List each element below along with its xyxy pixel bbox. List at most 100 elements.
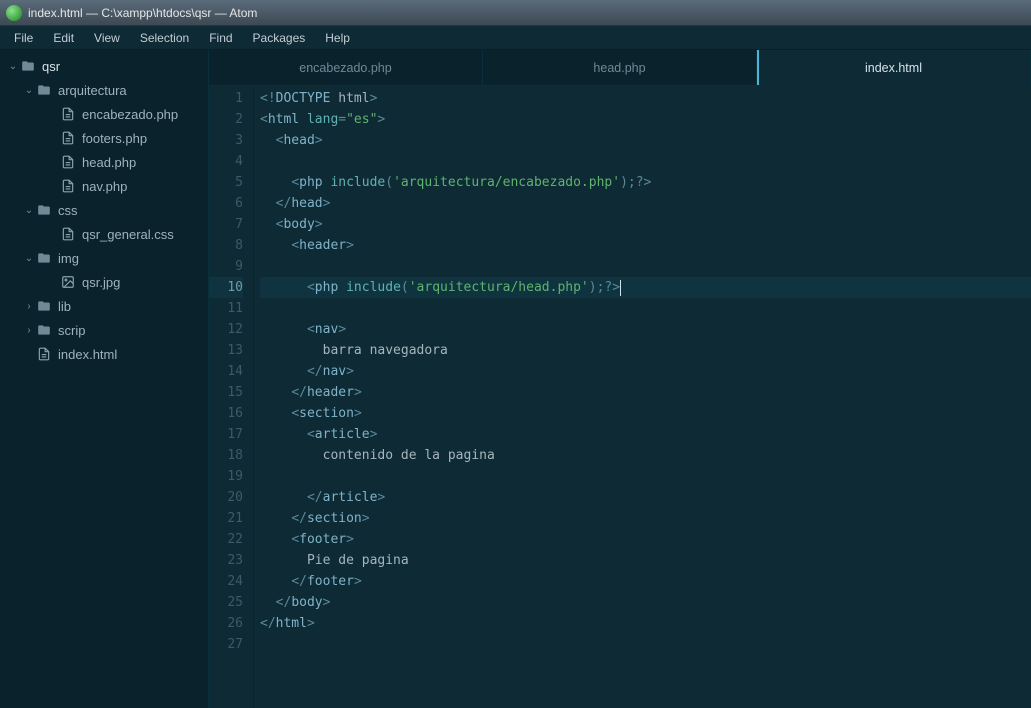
caret-icon[interactable]: ⌄	[6, 61, 20, 72]
tree-folder-lib[interactable]: ›lib	[0, 294, 208, 318]
tree-file-qsr_general.css[interactable]: qsr_general.css	[0, 222, 208, 246]
tree-folder-arquitectura[interactable]: ⌄arquitectura	[0, 78, 208, 102]
tree-file-footers.php[interactable]: footers.php	[0, 126, 208, 150]
line-number[interactable]: 16	[209, 403, 243, 424]
code-line[interactable]: <!DOCTYPE html>	[260, 88, 1031, 109]
tree-file-index.html-icon	[36, 346, 52, 362]
tree-folder-arquitectura-icon	[36, 82, 52, 98]
caret-icon[interactable]: ›	[22, 301, 36, 312]
line-number[interactable]: 13	[209, 340, 243, 361]
tree-file-head.php[interactable]: head.php	[0, 150, 208, 174]
line-number[interactable]: 25	[209, 592, 243, 613]
code-line[interactable]: </section>	[260, 508, 1031, 529]
tree-file-nav.php[interactable]: nav.php	[0, 174, 208, 198]
code-line[interactable]: <footer>	[260, 529, 1031, 550]
line-number[interactable]: 26	[209, 613, 243, 634]
line-number[interactable]: 7	[209, 214, 243, 235]
code-line[interactable]: <body>	[260, 214, 1031, 235]
menu-selection[interactable]: Selection	[130, 28, 199, 48]
code-line[interactable]	[260, 151, 1031, 172]
line-number[interactable]: 17	[209, 424, 243, 445]
code-line[interactable]	[260, 634, 1031, 655]
code-line[interactable]	[260, 298, 1031, 319]
line-number[interactable]: 27	[209, 634, 243, 655]
text-editor[interactable]: 1234567891011121314151617181920212223242…	[209, 86, 1031, 708]
code-area[interactable]: <!DOCTYPE html><html lang="es"> <head> <…	[254, 86, 1031, 708]
code-line[interactable]: </footer>	[260, 571, 1031, 592]
tree-file-index.html[interactable]: index.html	[0, 342, 208, 366]
caret-icon[interactable]: ⌄	[22, 205, 36, 216]
line-number[interactable]: 10	[209, 277, 243, 298]
line-number[interactable]: 1	[209, 88, 243, 109]
line-number[interactable]: 20	[209, 487, 243, 508]
tree-root[interactable]: ⌄ qsr	[0, 54, 208, 78]
code-line[interactable]: <header>	[260, 235, 1031, 256]
menu-edit[interactable]: Edit	[43, 28, 84, 48]
line-number[interactable]: 3	[209, 130, 243, 151]
tree-file-encabezado.php-icon	[60, 106, 76, 122]
caret-icon[interactable]: ⌄	[22, 85, 36, 96]
line-number[interactable]: 11	[209, 298, 243, 319]
code-line[interactable]: </nav>	[260, 361, 1031, 382]
line-number-gutter[interactable]: 1234567891011121314151617181920212223242…	[209, 86, 254, 708]
menu-view[interactable]: View	[84, 28, 130, 48]
tree-folder-css[interactable]: ⌄css	[0, 198, 208, 222]
code-line[interactable]: Pie de pagina	[260, 550, 1031, 571]
menu-packages[interactable]: Packages	[243, 28, 316, 48]
caret-icon[interactable]: ›	[22, 325, 36, 336]
caret-icon[interactable]: ⌄	[22, 253, 36, 264]
code-line[interactable]: </head>	[260, 193, 1031, 214]
code-line[interactable]: <head>	[260, 130, 1031, 151]
tree-label: head.php	[82, 155, 136, 170]
line-number[interactable]: 6	[209, 193, 243, 214]
line-number[interactable]: 5	[209, 172, 243, 193]
tree-file-footers.php-icon	[60, 130, 76, 146]
text-cursor	[620, 280, 621, 296]
tree-label: qsr.jpg	[82, 275, 120, 290]
code-line[interactable]: </header>	[260, 382, 1031, 403]
code-line[interactable]: <section>	[260, 403, 1031, 424]
tree-file-qsr.jpg[interactable]: qsr.jpg	[0, 270, 208, 294]
code-line[interactable]: contenido de la pagina	[260, 445, 1031, 466]
menu-find[interactable]: Find	[199, 28, 242, 48]
code-line[interactable]	[260, 466, 1031, 487]
tree-folder-scrip[interactable]: ›scrip	[0, 318, 208, 342]
code-line[interactable]: <php include('arquitectura/encabezado.ph…	[260, 172, 1031, 193]
line-number[interactable]: 4	[209, 151, 243, 172]
tab-bar: encabezado.phphead.phpindex.html	[209, 50, 1031, 86]
line-number[interactable]: 18	[209, 445, 243, 466]
tree-label: img	[58, 251, 79, 266]
menu-file[interactable]: File	[4, 28, 43, 48]
line-number[interactable]: 9	[209, 256, 243, 277]
code-line[interactable]: <article>	[260, 424, 1031, 445]
line-number[interactable]: 23	[209, 550, 243, 571]
code-line[interactable]: barra navegadora	[260, 340, 1031, 361]
code-line[interactable]: <html lang="es">	[260, 109, 1031, 130]
code-line[interactable]: </body>	[260, 592, 1031, 613]
line-number[interactable]: 22	[209, 529, 243, 550]
code-line[interactable]	[260, 256, 1031, 277]
line-number[interactable]: 14	[209, 361, 243, 382]
line-number[interactable]: 24	[209, 571, 243, 592]
line-number[interactable]: 12	[209, 319, 243, 340]
tree-label: qsr	[42, 59, 60, 74]
menu-help[interactable]: Help	[315, 28, 360, 48]
code-line[interactable]: <nav>	[260, 319, 1031, 340]
line-number[interactable]: 2	[209, 109, 243, 130]
tree-file-nav.php-icon	[60, 178, 76, 194]
tree-label: nav.php	[82, 179, 127, 194]
tree-view-sidebar[interactable]: ⌄ qsr ⌄arquitectura encabezado.php footers.p…	[0, 50, 209, 708]
tree-file-encabezado.php[interactable]: encabezado.php	[0, 102, 208, 126]
code-line[interactable]: <php include('arquitectura/head.php');?>	[260, 277, 1031, 298]
tab-encabezado-php[interactable]: encabezado.php	[209, 50, 483, 85]
tree-label: encabezado.php	[82, 107, 178, 122]
line-number[interactable]: 8	[209, 235, 243, 256]
line-number[interactable]: 19	[209, 466, 243, 487]
line-number[interactable]: 21	[209, 508, 243, 529]
tab-head-php[interactable]: head.php	[483, 50, 757, 85]
code-line[interactable]: </html>	[260, 613, 1031, 634]
code-line[interactable]: </article>	[260, 487, 1031, 508]
tree-folder-img[interactable]: ⌄ img	[0, 246, 208, 270]
line-number[interactable]: 15	[209, 382, 243, 403]
tab-index-html[interactable]: index.html	[757, 50, 1031, 85]
